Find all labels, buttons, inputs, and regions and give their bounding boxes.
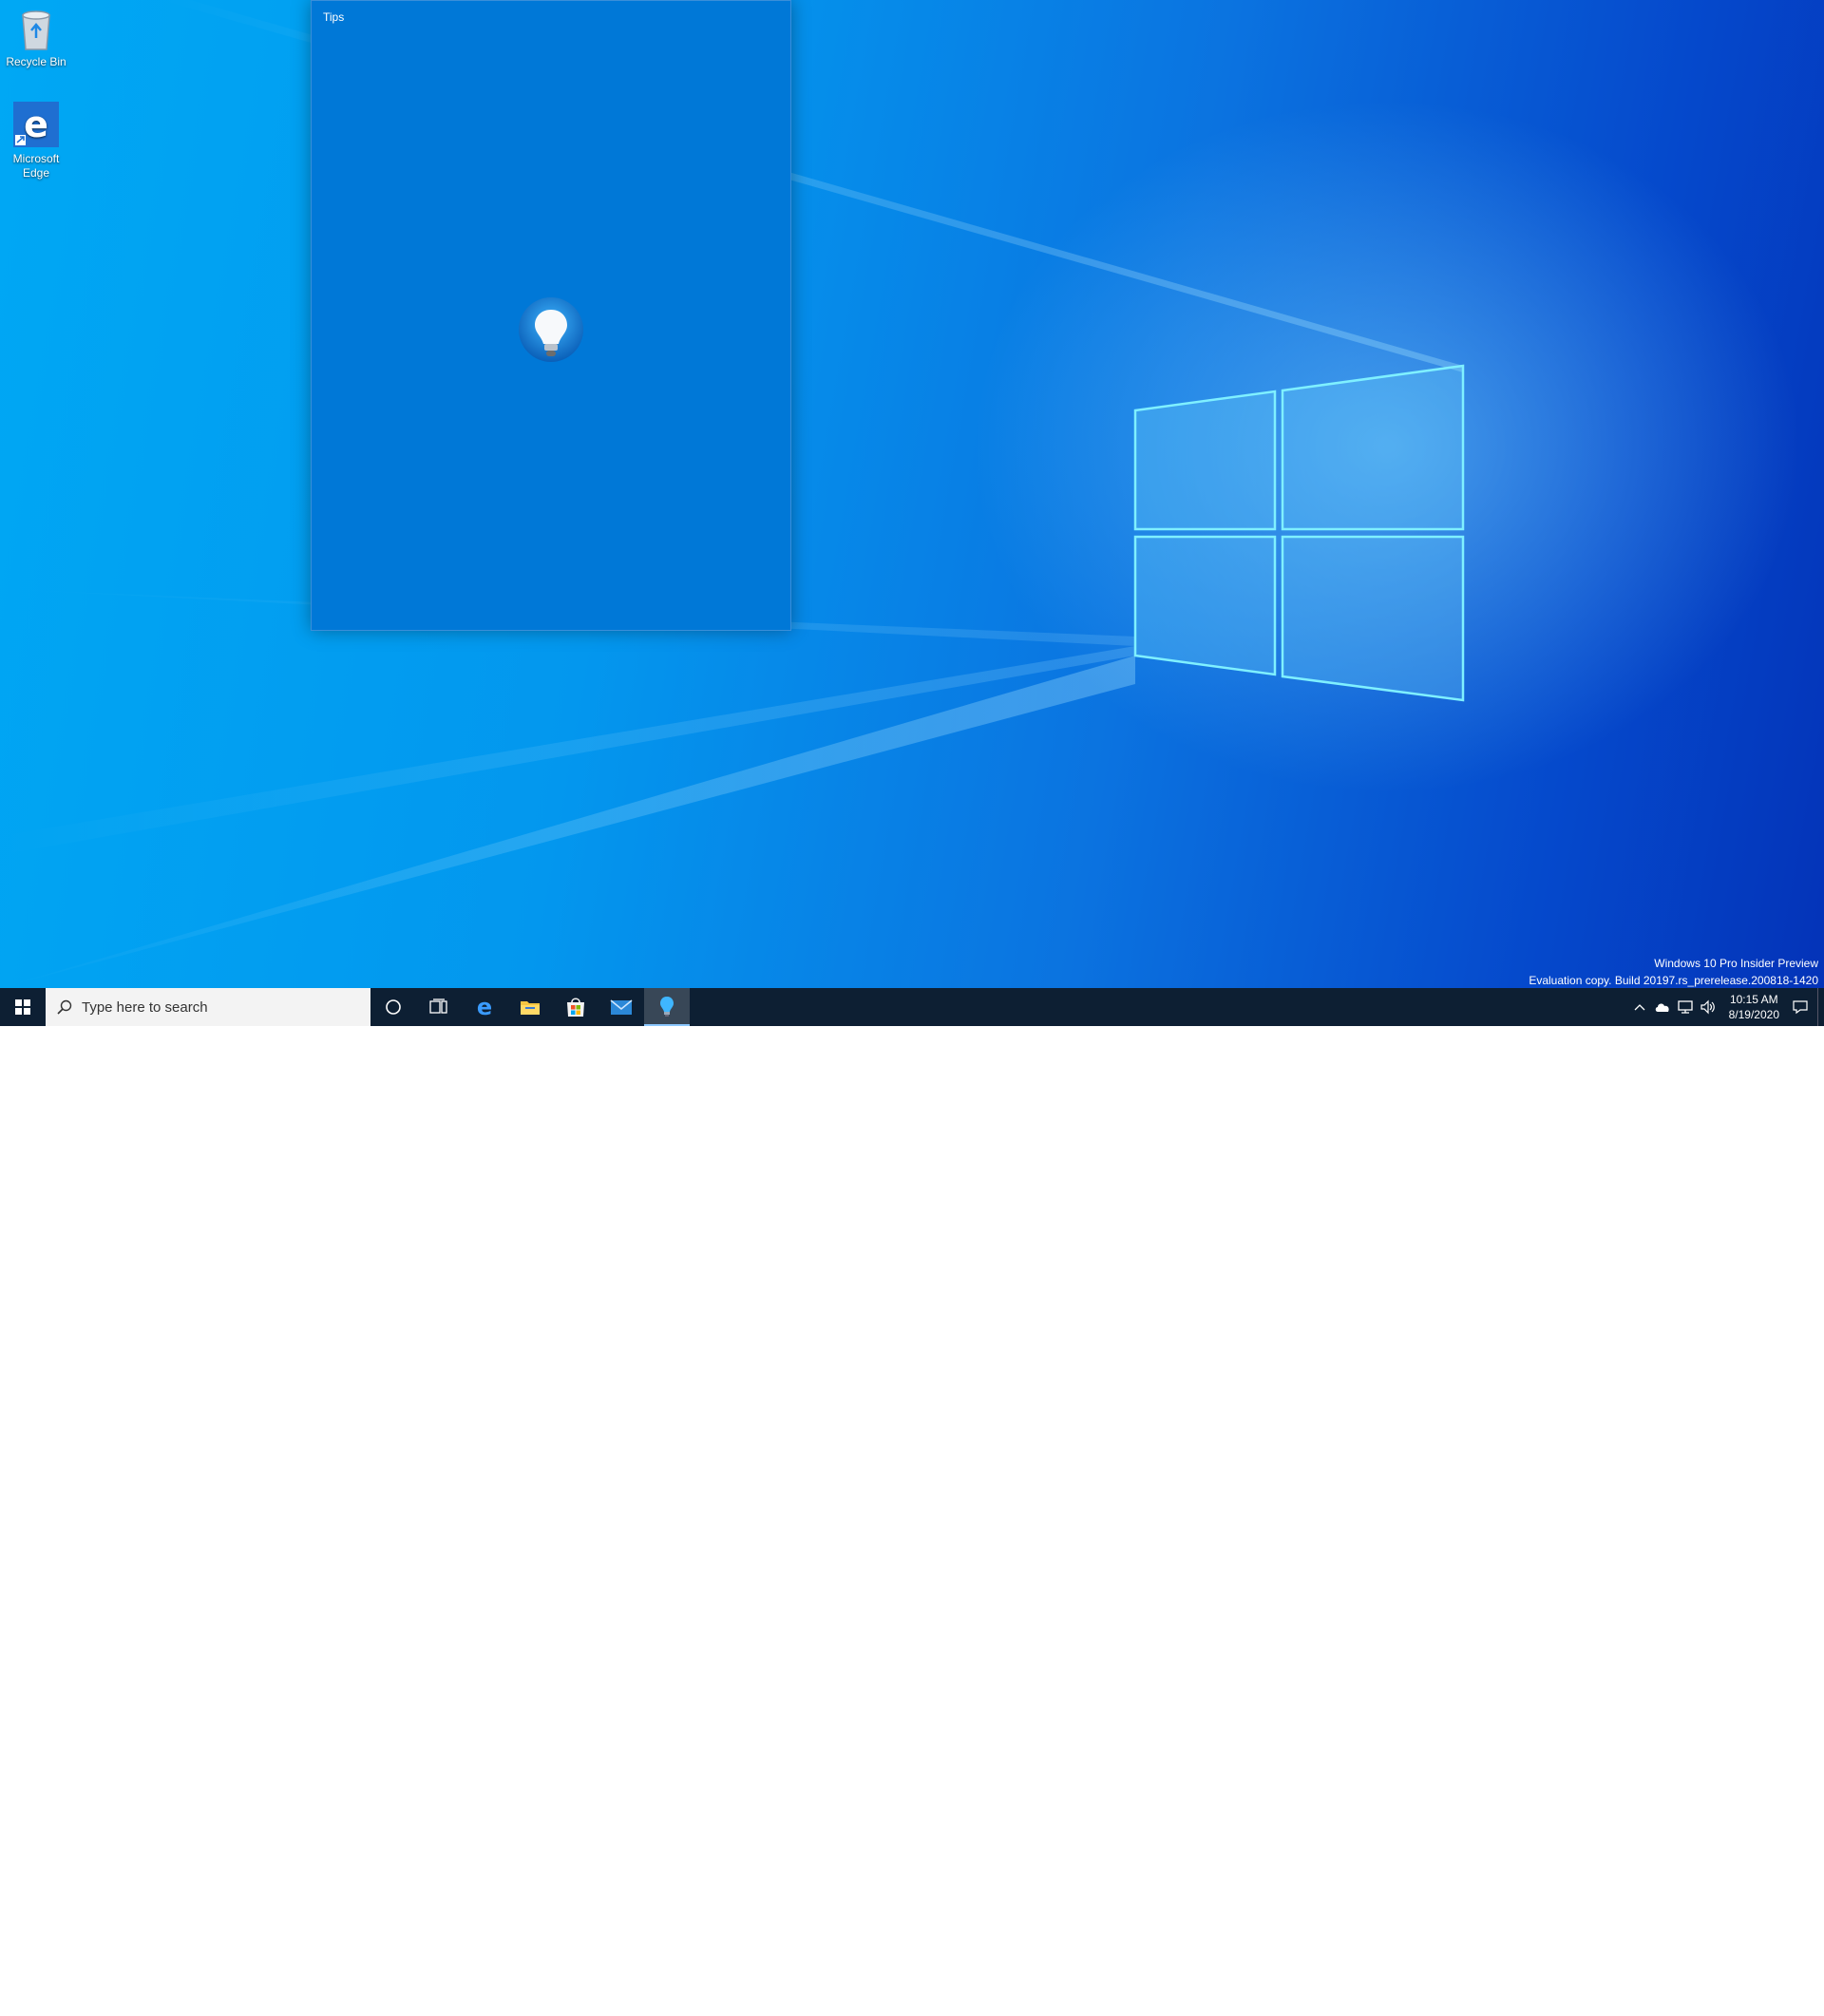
edge-icon: e <box>477 997 492 1018</box>
clock-time: 10:15 AM <box>1729 993 1778 1006</box>
watermark-edition: Windows 10 Pro Insider Preview <box>1654 957 1818 970</box>
desktop-icon-label: Microsoft Edge <box>12 152 60 180</box>
show-desktop-button[interactable] <box>1817 988 1824 1026</box>
volume-button[interactable] <box>1697 988 1720 1026</box>
clock[interactable]: 10:15 AM 8/19/2020 <box>1720 992 1789 1022</box>
taskbar-app-edge[interactable]: e <box>462 988 507 1026</box>
search-icon <box>57 999 72 1015</box>
taskbar-app-tips[interactable] <box>644 988 690 1026</box>
cloud-icon <box>1655 1003 1669 1012</box>
collection-watermark-text: The Collection Book <box>1642 1970 1782 2016</box>
tips-window[interactable]: Tips <box>311 0 791 631</box>
network-button[interactable] <box>1674 988 1697 1026</box>
desktop-icon-label: Recycle Bin <box>6 55 66 68</box>
action-center-button[interactable] <box>1789 988 1812 1026</box>
windows-logo-icon <box>15 999 30 1015</box>
taskbar-app-mail[interactable] <box>598 988 644 1026</box>
mail-icon <box>610 999 633 1015</box>
show-hidden-icons-button[interactable] <box>1628 988 1651 1026</box>
svg-text:e: e <box>24 104 48 145</box>
svg-text:e: e <box>477 997 492 1018</box>
wallpaper <box>0 0 1465 988</box>
desktop-icon-recycle-bin[interactable]: Recycle Bin <box>0 8 72 69</box>
watermark-build: Evaluation copy. Build 20197.rs_prerelea… <box>1529 974 1818 987</box>
window-title: Tips <box>323 10 345 24</box>
circle-icon <box>386 999 401 1015</box>
build-watermark: Windows 10 Pro Insider Preview Evaluatio… <box>1529 955 1818 988</box>
edge-icon: e <box>13 102 59 147</box>
desktop-icon-microsoft-edge[interactable]: e Microsoft Edge <box>0 101 72 181</box>
task-view-button[interactable] <box>416 988 462 1026</box>
taskbar-app-file-explorer[interactable] <box>507 988 553 1026</box>
desktop: Recycle Bin e Microsoft Edge Tips Window… <box>0 0 1824 988</box>
chevron-up-icon <box>1634 1004 1645 1011</box>
windows-logo-wallpaper <box>1133 364 1465 702</box>
notification-icon <box>1793 1000 1808 1015</box>
cortana-button[interactable] <box>370 988 416 1026</box>
recycle-bin-icon <box>22 10 50 50</box>
system-tray: 10:15 AM 8/19/2020 <box>1628 988 1824 1026</box>
collection-watermark: The Collection Book <box>1588 1970 1824 2016</box>
lightbulb-icon <box>519 297 583 362</box>
book-icon <box>1589 1981 1631 2012</box>
start-button[interactable] <box>0 988 46 1026</box>
clock-date: 8/19/2020 <box>1728 1008 1779 1021</box>
onedrive-button[interactable] <box>1651 988 1674 1026</box>
taskbar-app-store[interactable] <box>553 988 598 1026</box>
search-placeholder: Type here to search <box>82 998 208 1016</box>
store-icon <box>567 998 584 1017</box>
speaker-icon <box>1700 999 1715 1015</box>
network-icon <box>1677 1000 1693 1014</box>
search-input[interactable]: Type here to search <box>46 988 370 1026</box>
folder-icon <box>521 1001 540 1015</box>
taskbar: Type here to search e The Collection Boo… <box>0 988 1824 2016</box>
lightbulb-icon <box>660 997 674 1017</box>
task-view-icon <box>429 998 447 1014</box>
